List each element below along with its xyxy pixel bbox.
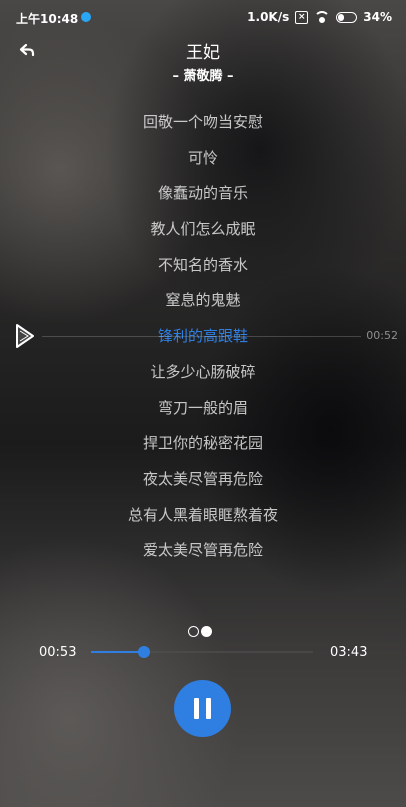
lyric-line[interactable]: 可怜 [0,147,406,183]
pause-icon-bar-left [194,698,199,719]
progress-slider[interactable] [91,646,313,658]
battery-percent: 34% [363,10,392,24]
lyric-line-active[interactable]: 锋利的高跟鞋 [0,325,406,361]
notification-dot-icon [81,12,91,22]
progress-fill [91,651,145,653]
song-title: 王妃 [186,43,220,63]
lyric-line[interactable]: 捍卫你的秘密花园 [0,432,406,468]
seek-play-icon[interactable] [14,322,36,350]
page-dot-active [201,626,212,637]
page-indicator [188,626,214,637]
artist-name: – 萧敬腾 – [172,69,234,84]
pause-button[interactable] [174,680,231,737]
status-right: 1.0K/s × 34% [247,10,392,24]
wifi-icon [314,11,331,23]
lyric-line[interactable]: 让多少心肠破碎 [0,361,406,397]
battery-icon [336,11,358,23]
lyric-line[interactable]: 不知名的香水 [0,254,406,290]
lyric-line[interactable]: 爱太美尽管再危险 [0,539,406,575]
lyric-line[interactable]: 弯刀一般的眉 [0,397,406,433]
lyric-line[interactable]: 总有人黑着眼眶熬着夜 [0,504,406,540]
network-speed: 1.0K/s [247,10,290,24]
current-time: 00:53 [39,645,77,660]
lyric-line[interactable]: 夜太美尽管再危险 [0,468,406,504]
lyric-line[interactable]: 回敬一个吻当安慰 [0,111,406,147]
lyric-line[interactable]: 窒息的鬼魅 [0,289,406,325]
duration-time: 03:43 [330,645,368,660]
progress-thumb[interactable] [138,646,151,658]
seek-line [42,336,361,337]
seek-preview-time: 00:52 [366,329,398,342]
status-bar: 上午10:48 1.0K/s × 34% [0,0,406,34]
sim-off-icon: × [295,10,309,24]
pause-icon-bar-right [206,698,211,719]
lyric-line[interactable]: 教人们怎么成眠 [0,218,406,254]
lyric-line[interactable]: 像蠢动的音乐 [0,182,406,218]
page-dot [188,626,199,637]
lyrics-list[interactable]: 回敬一个吻当安慰 可怜 像蠢动的音乐 教人们怎么成眠 不知名的香水 窒息的鬼魅 锋利的高跟鞋… [0,111,406,575]
status-time: 上午10:48 [16,12,79,26]
battery-fill [338,13,345,21]
